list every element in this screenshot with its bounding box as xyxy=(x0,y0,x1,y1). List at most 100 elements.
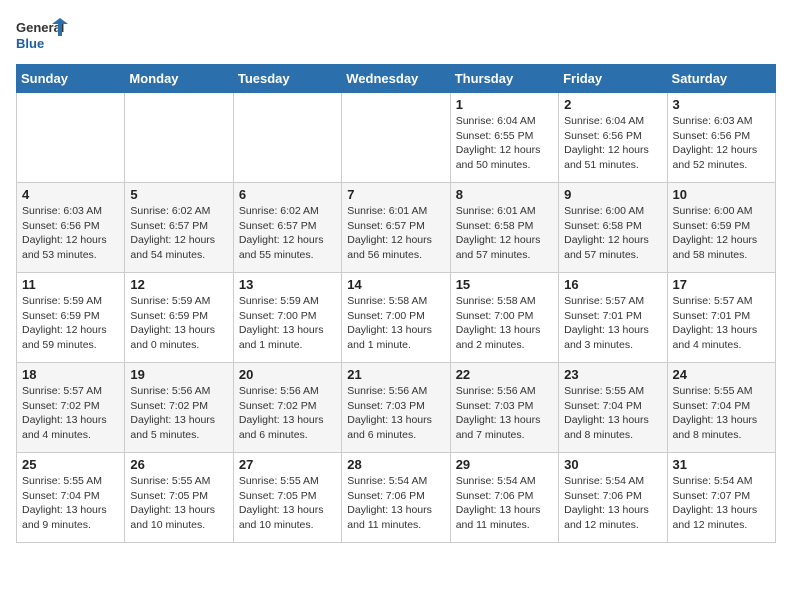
calendar-cell xyxy=(342,93,450,183)
calendar-cell: 4 Sunrise: 6:03 AM Sunset: 6:56 PM Daylig… xyxy=(17,183,125,273)
day-info: Sunrise: 5:57 AM Sunset: 7:02 PM Dayligh… xyxy=(22,384,119,443)
calendar-cell: 8 Sunrise: 6:01 AM Sunset: 6:58 PM Daylig… xyxy=(450,183,558,273)
calendar-week-row: 25 Sunrise: 5:55 AM Sunset: 7:04 PM Dayli… xyxy=(17,453,776,543)
calendar-cell xyxy=(17,93,125,183)
calendar-cell: 29 Sunrise: 5:54 AM Sunset: 7:06 PM Dayli… xyxy=(450,453,558,543)
calendar-cell: 23Sunrise: 5:55 AM Sunset: 7:04 PM Dayli… xyxy=(559,363,667,453)
day-info: Sunrise: 6:03 AM Sunset: 6:56 PM Dayligh… xyxy=(22,204,119,263)
day-number: 13 xyxy=(239,277,336,292)
calendar-cell: 14 Sunrise: 5:58 AM Sunset: 7:00 PM Dayli… xyxy=(342,273,450,363)
calendar-cell: 12Sunrise: 5:59 AM Sunset: 6:59 PM Dayli… xyxy=(125,273,233,363)
calendar-cell: 26 Sunrise: 5:55 AM Sunset: 7:05 PM Dayli… xyxy=(125,453,233,543)
calendar-table: SundayMondayTuesdayWednesdayThursdayFrid… xyxy=(16,64,776,543)
calendar-cell: 7Sunrise: 6:01 AM Sunset: 6:57 PM Daylig… xyxy=(342,183,450,273)
calendar-cell: 6 Sunrise: 6:02 AM Sunset: 6:57 PM Daylig… xyxy=(233,183,341,273)
day-info: Sunrise: 5:56 AM Sunset: 7:03 PM Dayligh… xyxy=(456,384,553,443)
weekday-header: Tuesday xyxy=(233,65,341,93)
day-info: Sunrise: 5:56 AM Sunset: 7:02 PM Dayligh… xyxy=(239,384,336,443)
calendar-cell: 19 Sunrise: 5:56 AM Sunset: 7:02 PM Dayli… xyxy=(125,363,233,453)
calendar-cell: 22 Sunrise: 5:56 AM Sunset: 7:03 PM Dayli… xyxy=(450,363,558,453)
day-info: Sunrise: 5:56 AM Sunset: 7:03 PM Dayligh… xyxy=(347,384,444,443)
calendar-week-row: 4 Sunrise: 6:03 AM Sunset: 6:56 PM Daylig… xyxy=(17,183,776,273)
weekday-header: Wednesday xyxy=(342,65,450,93)
calendar-cell: 28 Sunrise: 5:54 AM Sunset: 7:06 PM Dayli… xyxy=(342,453,450,543)
day-number: 27 xyxy=(239,457,336,472)
day-number: 18 xyxy=(22,367,119,382)
day-info: Sunrise: 5:57 AM Sunset: 7:01 PM Dayligh… xyxy=(673,294,770,353)
day-info: Sunrise: 5:55 AM Sunset: 7:04 PM Dayligh… xyxy=(22,474,119,533)
header: General Blue xyxy=(16,16,776,56)
calendar-cell: 5Sunrise: 6:02 AM Sunset: 6:57 PM Daylig… xyxy=(125,183,233,273)
calendar-cell: 18 Sunrise: 5:57 AM Sunset: 7:02 PM Dayli… xyxy=(17,363,125,453)
day-info: Sunrise: 6:01 AM Sunset: 6:58 PM Dayligh… xyxy=(456,204,553,263)
day-info: Sunrise: 5:54 AM Sunset: 7:06 PM Dayligh… xyxy=(456,474,553,533)
day-info: Sunrise: 6:03 AM Sunset: 6:56 PM Dayligh… xyxy=(673,114,770,173)
weekday-header: Sunday xyxy=(17,65,125,93)
calendar-cell: 27Sunrise: 5:55 AM Sunset: 7:05 PM Dayli… xyxy=(233,453,341,543)
day-info: Sunrise: 5:58 AM Sunset: 7:00 PM Dayligh… xyxy=(456,294,553,353)
calendar-cell: 3 Sunrise: 6:03 AM Sunset: 6:56 PM Daylig… xyxy=(667,93,775,183)
calendar-cell: 25 Sunrise: 5:55 AM Sunset: 7:04 PM Dayli… xyxy=(17,453,125,543)
day-number: 20 xyxy=(239,367,336,382)
day-info: Sunrise: 5:59 AM Sunset: 7:00 PM Dayligh… xyxy=(239,294,336,353)
day-number: 6 xyxy=(239,187,336,202)
weekday-header: Thursday xyxy=(450,65,558,93)
generalblue-logo: General Blue xyxy=(16,16,68,56)
day-number: 21 xyxy=(347,367,444,382)
day-number: 31 xyxy=(673,457,770,472)
day-info: Sunrise: 6:02 AM Sunset: 6:57 PM Dayligh… xyxy=(130,204,227,263)
calendar-cell: 21 Sunrise: 5:56 AM Sunset: 7:03 PM Dayli… xyxy=(342,363,450,453)
day-number: 8 xyxy=(456,187,553,202)
calendar-cell: 13 Sunrise: 5:59 AM Sunset: 7:00 PM Dayli… xyxy=(233,273,341,363)
calendar-week-row: 11 Sunrise: 5:59 AM Sunset: 6:59 PM Dayli… xyxy=(17,273,776,363)
day-number: 1 xyxy=(456,97,553,112)
day-number: 30 xyxy=(564,457,661,472)
day-number: 24 xyxy=(673,367,770,382)
day-number: 25 xyxy=(22,457,119,472)
calendar-week-row: 18 Sunrise: 5:57 AM Sunset: 7:02 PM Dayli… xyxy=(17,363,776,453)
day-number: 26 xyxy=(130,457,227,472)
calendar-cell xyxy=(233,93,341,183)
day-number: 9 xyxy=(564,187,661,202)
day-info: Sunrise: 6:04 AM Sunset: 6:55 PM Dayligh… xyxy=(456,114,553,173)
day-info: Sunrise: 6:04 AM Sunset: 6:56 PM Dayligh… xyxy=(564,114,661,173)
calendar-cell: 20 Sunrise: 5:56 AM Sunset: 7:02 PM Dayli… xyxy=(233,363,341,453)
day-number: 28 xyxy=(347,457,444,472)
day-number: 15 xyxy=(456,277,553,292)
day-info: Sunrise: 5:57 AM Sunset: 7:01 PM Dayligh… xyxy=(564,294,661,353)
day-number: 16 xyxy=(564,277,661,292)
day-number: 3 xyxy=(673,97,770,112)
day-info: Sunrise: 5:58 AM Sunset: 7:00 PM Dayligh… xyxy=(347,294,444,353)
day-info: Sunrise: 5:54 AM Sunset: 7:06 PM Dayligh… xyxy=(564,474,661,533)
day-info: Sunrise: 5:59 AM Sunset: 6:59 PM Dayligh… xyxy=(130,294,227,353)
day-number: 23 xyxy=(564,367,661,382)
weekday-header: Monday xyxy=(125,65,233,93)
day-number: 29 xyxy=(456,457,553,472)
day-number: 19 xyxy=(130,367,227,382)
day-info: Sunrise: 5:55 AM Sunset: 7:04 PM Dayligh… xyxy=(673,384,770,443)
day-info: Sunrise: 6:00 AM Sunset: 6:59 PM Dayligh… xyxy=(673,204,770,263)
day-number: 11 xyxy=(22,277,119,292)
calendar-cell: 24 Sunrise: 5:55 AM Sunset: 7:04 PM Dayli… xyxy=(667,363,775,453)
calendar-cell: 1 Sunrise: 6:04 AM Sunset: 6:55 PM Daylig… xyxy=(450,93,558,183)
calendar-cell: 9Sunrise: 6:00 AM Sunset: 6:58 PM Daylig… xyxy=(559,183,667,273)
calendar-cell: 16 Sunrise: 5:57 AM Sunset: 7:01 PM Dayli… xyxy=(559,273,667,363)
day-info: Sunrise: 5:59 AM Sunset: 6:59 PM Dayligh… xyxy=(22,294,119,353)
weekday-header: Friday xyxy=(559,65,667,93)
day-number: 17 xyxy=(673,277,770,292)
day-number: 10 xyxy=(673,187,770,202)
day-info: Sunrise: 5:56 AM Sunset: 7:02 PM Dayligh… xyxy=(130,384,227,443)
calendar-cell: 2Sunrise: 6:04 AM Sunset: 6:56 PM Daylig… xyxy=(559,93,667,183)
day-info: Sunrise: 6:02 AM Sunset: 6:57 PM Dayligh… xyxy=(239,204,336,263)
day-number: 22 xyxy=(456,367,553,382)
calendar-cell: 11 Sunrise: 5:59 AM Sunset: 6:59 PM Dayli… xyxy=(17,273,125,363)
weekday-header-row: SundayMondayTuesdayWednesdayThursdayFrid… xyxy=(17,65,776,93)
calendar-cell: 17 Sunrise: 5:57 AM Sunset: 7:01 PM Dayli… xyxy=(667,273,775,363)
calendar-cell: 30 Sunrise: 5:54 AM Sunset: 7:06 PM Dayli… xyxy=(559,453,667,543)
day-number: 14 xyxy=(347,277,444,292)
day-number: 4 xyxy=(22,187,119,202)
day-info: Sunrise: 5:55 AM Sunset: 7:05 PM Dayligh… xyxy=(130,474,227,533)
day-info: Sunrise: 5:54 AM Sunset: 7:06 PM Dayligh… xyxy=(347,474,444,533)
calendar-cell xyxy=(125,93,233,183)
svg-text:Blue: Blue xyxy=(16,36,44,51)
